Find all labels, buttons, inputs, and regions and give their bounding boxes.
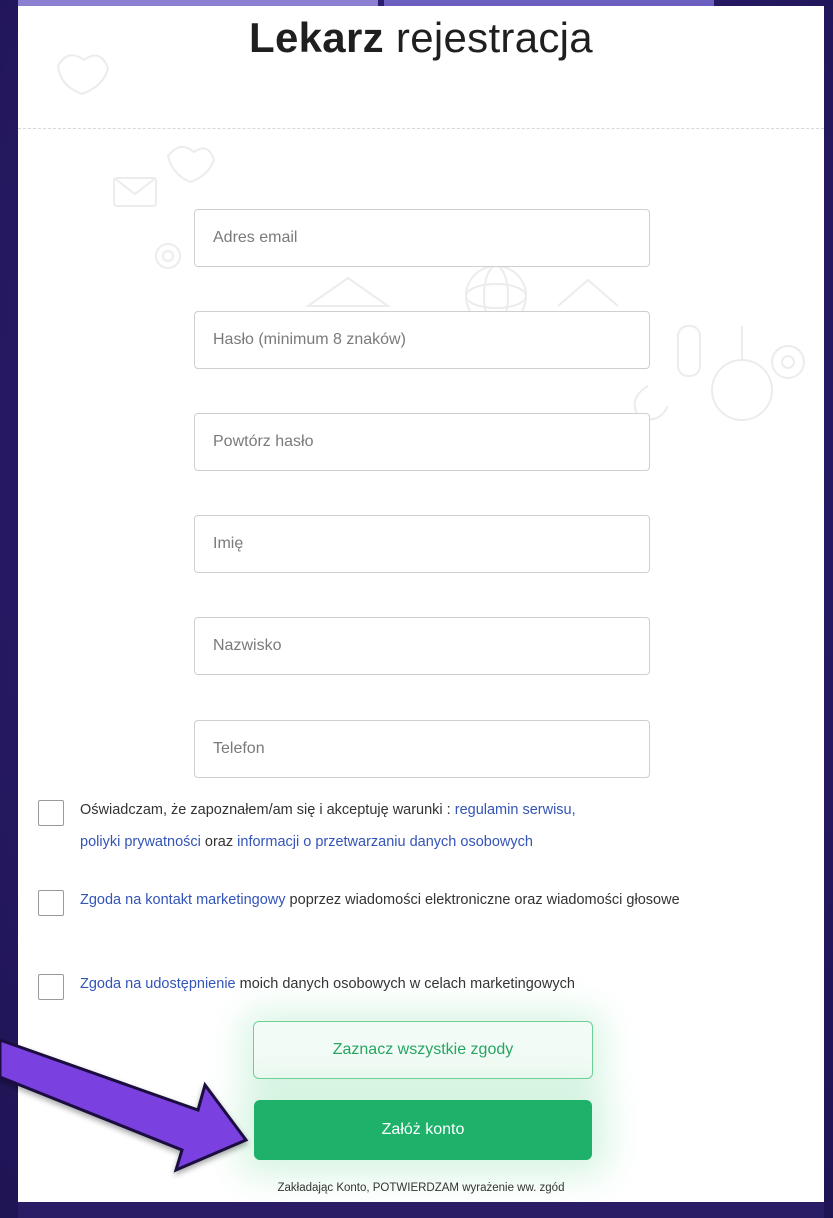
last-name-field[interactable] [194, 617, 650, 675]
sharing-consent-link[interactable]: Zgoda na udostępnienie [80, 976, 236, 992]
consent-terms-text: Oświadczam, że zapoznałem/am się i akcep… [80, 794, 810, 858]
panel-bottom-bar [18, 1202, 824, 1218]
consent-terms-prefix: Oświadczam, że zapoznałem/am się i akcep… [80, 802, 455, 818]
first-name-field[interactable] [194, 515, 650, 573]
consent-marketing-text: Zgoda na kontakt marketingowy poprzez wi… [80, 884, 760, 916]
page-title-bold: Lekarz [249, 14, 384, 61]
footer-note: Zakładając Konto, POTWIERDZAM wyrażenie … [277, 1182, 565, 1194]
privacy-policy-link[interactable]: poliyki prywatności [80, 834, 201, 850]
consent-sharing-text: Zgoda na udostępnienie moich danych osob… [80, 968, 810, 1000]
data-processing-link[interactable]: informacji o przetwarzaniu danych osobow… [237, 834, 533, 850]
marketing-consent-link[interactable]: Zgoda na kontakt marketingowy [80, 892, 286, 908]
phone-field[interactable] [194, 720, 650, 778]
page-title-rest: rejestracja [395, 14, 593, 61]
consent-terms-and: oraz [200, 834, 238, 850]
email-field[interactable] [194, 209, 650, 267]
consent-marketing-checkbox[interactable] [38, 890, 64, 916]
terms-link[interactable]: regulamin serwisu, [455, 802, 576, 818]
password-repeat-field[interactable] [194, 413, 650, 471]
consent-marketing-suffix: poprzez wiadomości elektroniczne oraz wi… [285, 892, 680, 908]
consent-sharing-suffix: moich danych osobowych w celach marketin… [235, 976, 575, 992]
registration-panel: Lekarz rejestracja Oświadczam, że zapozn… [18, 6, 824, 1202]
header-divider [18, 128, 824, 129]
page-title: Lekarz rejestracja [18, 14, 824, 62]
consent-terms-checkbox[interactable] [38, 800, 64, 826]
consent-sharing-checkbox[interactable] [38, 974, 64, 1000]
password-field[interactable] [194, 311, 650, 369]
create-account-button[interactable]: Załóż konto [254, 1100, 592, 1160]
select-all-consents-button[interactable]: Zaznacz wszystkie zgody [253, 1021, 593, 1079]
